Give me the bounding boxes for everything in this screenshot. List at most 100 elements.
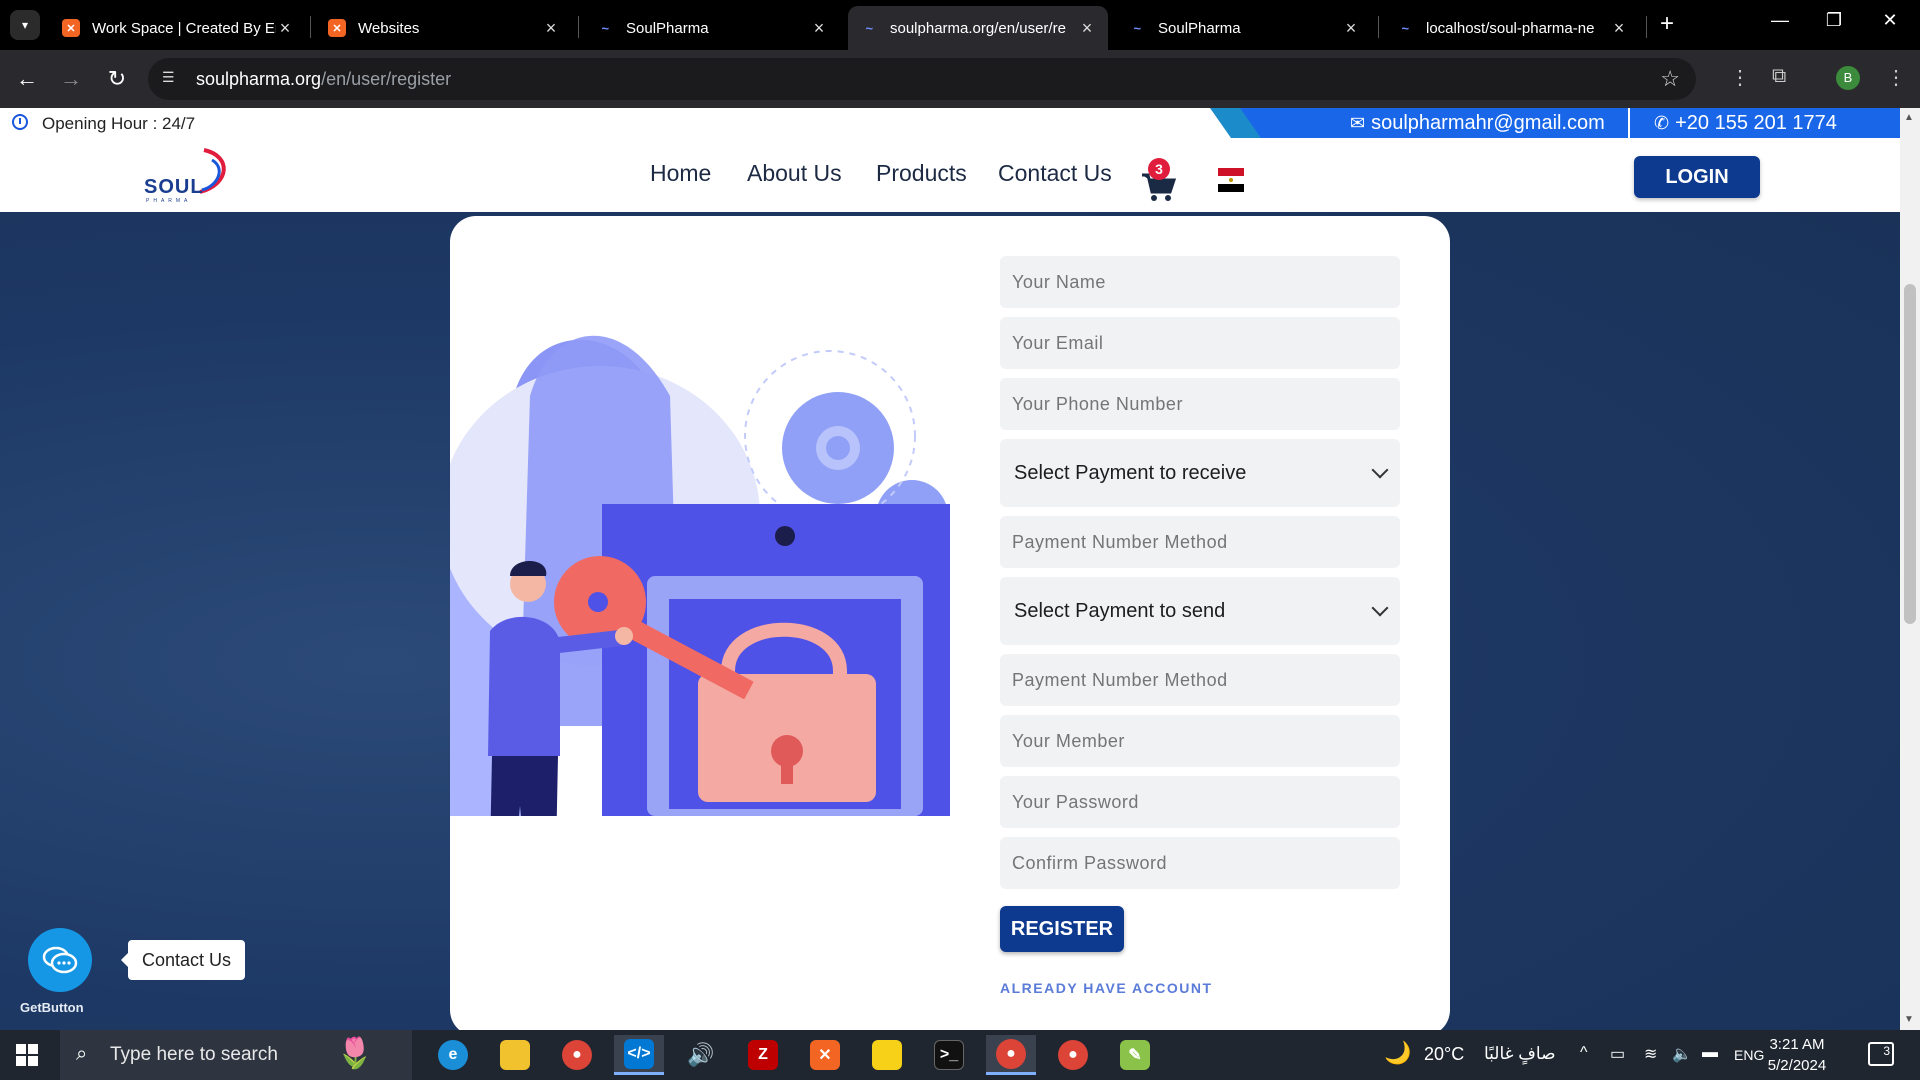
soulpharma-icon: ~ <box>865 20 873 36</box>
reload-icon[interactable]: ↻ <box>102 64 132 94</box>
egypt-flag-icon[interactable] <box>1218 168 1244 192</box>
page-viewport: Opening Hour : 24/7 ✉ soulpharmahr@gmail… <box>0 108 1900 1030</box>
address-bar[interactable]: ☰ soulpharma.org/en/user/register ☆ <box>148 58 1696 100</box>
name-field[interactable] <box>1000 256 1400 308</box>
nav-about-us[interactable]: About Us <box>747 160 842 187</box>
taskbar-paint[interactable]: ✎ <box>1110 1035 1160 1075</box>
paint-icon: ✎ <box>1120 1040 1150 1070</box>
taskbar-xampp[interactable]: ✕ <box>800 1035 850 1075</box>
minimize-icon[interactable]: — <box>1760 10 1800 31</box>
browser-tab-strip: ▾ ✕ Work Space | Created By En × ✕ Websi… <box>0 0 1920 50</box>
payment-send-select[interactable]: Select Payment to send <box>1000 577 1400 645</box>
taskbar-chrome-active[interactable]: ● <box>986 1035 1036 1075</box>
login-button[interactable]: LOGIN <box>1634 156 1760 198</box>
url-text[interactable]: soulpharma.org/en/user/register <box>196 69 451 90</box>
folder-icon <box>500 1040 530 1070</box>
windows-taskbar: ⌕ Type here to search 🌷 e ● </> 🔊 Z ✕ >_… <box>0 1030 1920 1080</box>
opening-hours: Opening Hour : 24/7 <box>42 114 196 133</box>
taskbar-vscode[interactable]: </> <box>614 1035 664 1075</box>
bookmark-star-icon[interactable]: ☆ <box>1660 66 1680 92</box>
taskbar-sticky-notes[interactable] <box>862 1035 912 1075</box>
contact-chat-button[interactable] <box>28 928 92 992</box>
browser-menu-icon[interactable]: ⋮ <box>1886 65 1906 90</box>
nav-products[interactable]: Products <box>876 160 967 187</box>
browser-tab-active[interactable]: ~ soulpharma.org/en/user/re × <box>848 6 1108 50</box>
payment-send-number-field[interactable] <box>1000 654 1400 706</box>
phone-field[interactable] <box>1000 378 1400 430</box>
site-info-icon[interactable]: ☰ <box>162 69 182 89</box>
scroll-down-icon[interactable]: ▼ <box>1904 1014 1914 1025</box>
close-icon[interactable]: × <box>276 18 294 39</box>
close-icon[interactable]: × <box>810 18 828 39</box>
taskbar-chrome-profile[interactable]: ● <box>1048 1035 1098 1075</box>
language-indicator[interactable]: ENG <box>1734 1047 1764 1063</box>
battery-icon[interactable]: ▬ <box>1702 1044 1718 1062</box>
topbar-divider <box>1628 108 1630 138</box>
browser-tab[interactable]: ~ SoulPharma × <box>584 6 840 50</box>
tab-separator <box>310 16 311 38</box>
nav-contact-us[interactable]: Contact Us <box>998 160 1112 187</box>
wifi-icon[interactable]: ≋ <box>1644 1044 1657 1064</box>
browser-tab[interactable]: ~ SoulPharma × <box>1116 6 1372 50</box>
weather-description[interactable]: صافٍ غالبًا <box>1484 1044 1556 1064</box>
filezilla-icon: Z <box>748 1040 778 1070</box>
tray-device-icon[interactable]: ▭ <box>1610 1044 1625 1064</box>
window-close-icon[interactable]: ✕ <box>1870 10 1910 31</box>
already-have-account-link[interactable]: ALREADY HAVE ACCOUNT <box>1000 980 1400 996</box>
email-field[interactable] <box>1000 317 1400 369</box>
windows-start-icon[interactable] <box>16 1044 38 1066</box>
browser-tab[interactable]: ✕ Websites × <box>316 6 572 50</box>
forward-icon[interactable]: → <box>56 64 86 94</box>
new-tab-button[interactable]: + <box>1652 10 1682 38</box>
tray-chevron-up-icon[interactable]: ^ <box>1580 1044 1588 1062</box>
taskbar-terminal[interactable]: >_ <box>924 1035 974 1075</box>
member-field[interactable] <box>1000 715 1400 767</box>
email-contact[interactable]: ✉ soulpharmahr@gmail.com <box>1350 112 1605 135</box>
taskbar-chrome[interactable]: ● <box>552 1035 602 1075</box>
browser-toolbar: ← → ↻ ☰ soulpharma.org/en/user/register … <box>0 50 1920 108</box>
scrollbar-thumb[interactable] <box>1904 284 1916 624</box>
volume-icon[interactable]: 🔈 <box>1672 1044 1692 1064</box>
register-button[interactable]: REGISTER <box>1000 906 1124 952</box>
toolbar-divider-icon: ⋮ <box>1730 67 1750 89</box>
scroll-up-icon[interactable]: ▲ <box>1904 112 1914 123</box>
weather-temp[interactable]: 20°C <box>1424 1044 1464 1065</box>
nav-home[interactable]: Home <box>650 160 711 187</box>
xampp-icon: ✕ <box>328 19 346 37</box>
cart-button[interactable]: 3 <box>1140 158 1177 202</box>
taskbar-audio[interactable]: 🔊 <box>676 1035 726 1075</box>
taskbar-search[interactable]: ⌕ Type here to search 🌷 <box>60 1030 412 1080</box>
close-icon[interactable]: × <box>542 18 560 39</box>
sticky-notes-icon <box>872 1040 902 1070</box>
taskbar-explorer[interactable] <box>490 1035 540 1075</box>
password-field[interactable] <box>1000 776 1400 828</box>
browser-tab[interactable]: ~ localhost/soul-pharma-ne × <box>1384 6 1640 50</box>
taskbar-clock[interactable]: 3:21 AM 5/2/2024 <box>1762 1034 1832 1076</box>
confirm-password-field[interactable] <box>1000 837 1400 889</box>
taskbar-edge[interactable]: e <box>428 1035 478 1075</box>
page-scrollbar[interactable]: ▲ ▼ <box>1900 108 1920 1030</box>
register-form: Select Payment to receive Select Payment… <box>1000 256 1400 996</box>
envelope-icon: ✉ <box>1350 113 1366 133</box>
tab-separator <box>1378 16 1379 38</box>
tab-search-button[interactable]: ▾ <box>10 10 40 40</box>
browser-tab[interactable]: ✕ Work Space | Created By En × <box>50 6 306 50</box>
close-icon[interactable]: × <box>1342 18 1360 39</box>
phone-contact[interactable]: ✆ +20 155 201 1774 <box>1654 112 1837 135</box>
extensions-icon[interactable]: ⧉ <box>1772 65 1786 88</box>
back-icon[interactable]: ← <box>12 64 42 94</box>
profile-avatar[interactable]: B <box>1836 66 1860 90</box>
contact-us-tooltip[interactable]: Contact Us <box>120 940 246 980</box>
soulpharma-logo[interactable]: SOUL PHARMA <box>142 146 242 206</box>
getbutton-brand[interactable]: GetButton <box>20 1000 84 1015</box>
restore-icon[interactable]: ❐ <box>1814 10 1854 31</box>
taskbar-filezilla[interactable]: Z <box>738 1035 788 1075</box>
payment-receive-number-field[interactable] <box>1000 516 1400 568</box>
payment-receive-select[interactable]: Select Payment to receive <box>1000 439 1400 507</box>
search-icon: ⌕ <box>76 1043 88 1065</box>
close-icon[interactable]: × <box>1610 18 1628 39</box>
soulpharma-icon: ~ <box>1133 20 1141 36</box>
notification-icon[interactable]: 3 <box>1868 1042 1894 1066</box>
close-icon[interactable]: × <box>1078 18 1096 39</box>
vscode-icon: </> <box>624 1038 654 1069</box>
